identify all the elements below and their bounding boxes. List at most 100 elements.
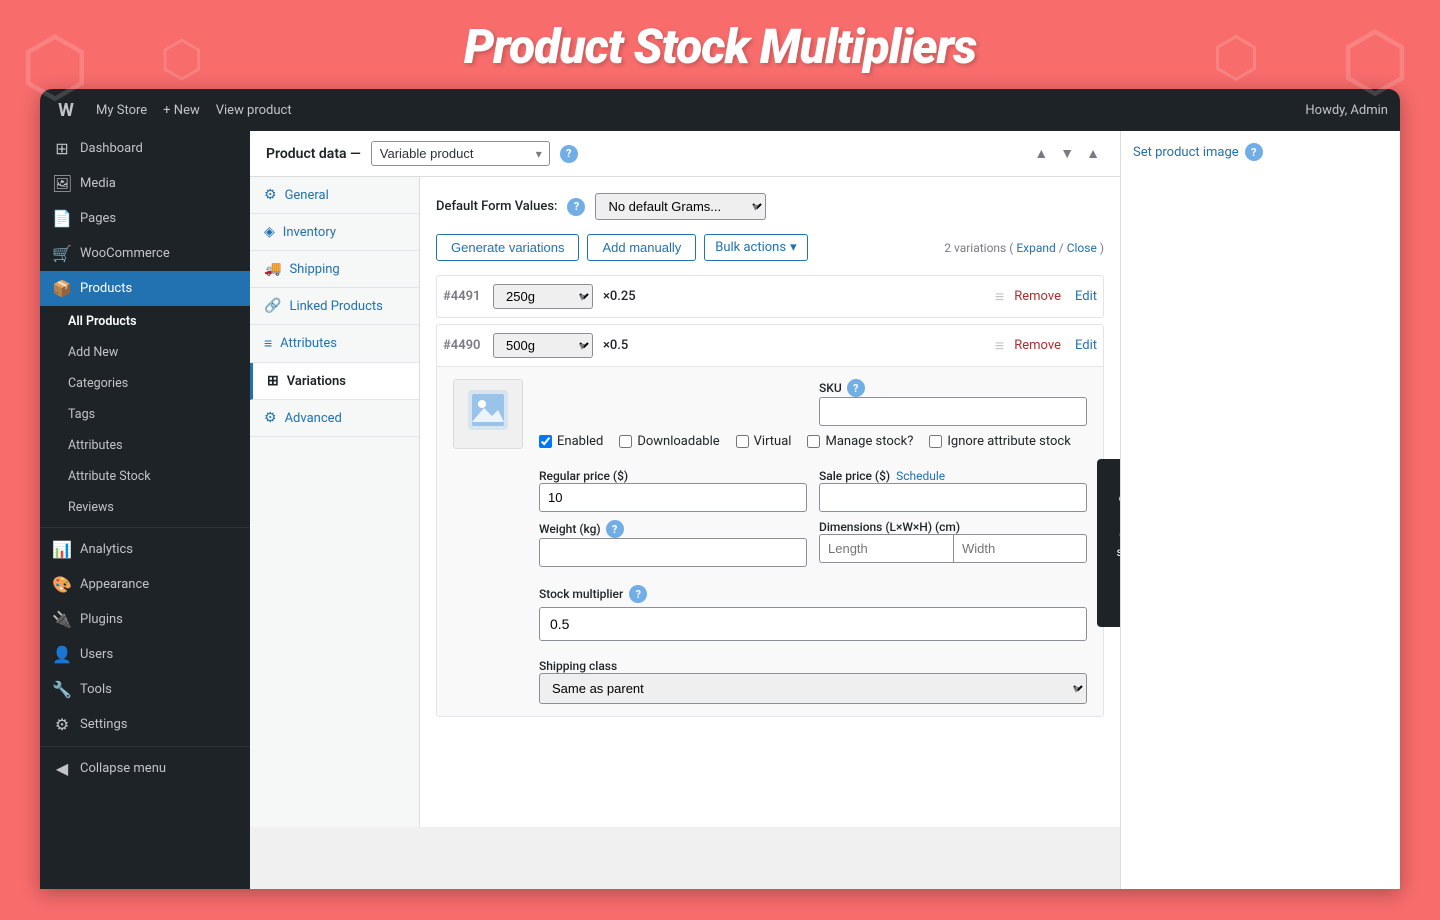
add-manually-button[interactable]: Add manually <box>587 234 696 261</box>
sidebar-item-tags[interactable]: Tags <box>40 399 250 430</box>
variation-4490-remove-link[interactable]: Remove <box>1014 338 1061 353</box>
wp-logo[interactable]: W <box>52 96 80 124</box>
sidebar-item-tools[interactable]: 🔧 Tools <box>40 672 250 707</box>
dimensions-inputs <box>819 534 1087 563</box>
sidebar-label-analytics: Analytics <box>80 542 133 557</box>
tab-shipping[interactable]: 🚚 Shipping <box>250 251 419 288</box>
tab-advanced-label: Advanced <box>285 411 342 426</box>
bulk-actions-button[interactable]: Bulk actions ▾ <box>704 234 807 261</box>
expand-link[interactable]: Expand <box>1016 241 1055 255</box>
sidebar-item-categories[interactable]: Categories <box>40 368 250 399</box>
sidebar-item-attributes[interactable]: Attributes <box>40 430 250 461</box>
arrow-down-icon[interactable]: ▼ <box>1056 143 1078 164</box>
sidebar-label-add-new: Add New <box>68 345 118 360</box>
stock-multiplier-help-icon[interactable]: ? <box>629 585 647 603</box>
variation-4491-remove-link[interactable]: Remove <box>1014 289 1061 304</box>
variation-4490-drag-handle[interactable]: ≡ <box>995 336 1004 356</box>
manage-stock-checkbox-item[interactable]: Manage stock? <box>807 434 913 449</box>
length-input[interactable] <box>819 534 953 563</box>
product-type-select[interactable]: Variable product Simple product Grouped … <box>371 141 550 166</box>
stock-multiplier-label: Stock multiplier <box>539 587 623 601</box>
default-form-help-icon[interactable]: ? <box>567 198 585 216</box>
virtual-checkbox[interactable] <box>736 435 749 448</box>
sale-price-input[interactable] <box>819 483 1087 512</box>
tab-linked-products[interactable]: 🔗 Linked Products <box>250 288 419 325</box>
virtual-checkbox-item[interactable]: Virtual <box>736 434 792 449</box>
sidebar-item-add-new[interactable]: Add New <box>40 337 250 368</box>
sidebar-item-products[interactable]: 📦 Products <box>40 271 250 306</box>
enabled-checkbox-item[interactable]: Enabled <box>539 434 603 449</box>
variation-4490-select-wrapper: 500g <box>493 333 593 358</box>
sidebar-item-collapse[interactable]: ◀ Collapse menu <box>40 751 250 786</box>
ignore-attribute-stock-label: Ignore attribute stock <box>947 434 1070 449</box>
product-type-help-icon[interactable]: ? <box>560 145 578 163</box>
sku-input[interactable] <box>819 397 1087 426</box>
header-arrows: ▲ ▼ ▲ <box>1030 143 1104 164</box>
sidebar-item-appearance[interactable]: 🎨 Appearance <box>40 567 250 602</box>
sidebar-item-woocommerce[interactable]: 🛒 WooCommerce <box>40 236 250 271</box>
product-image-help-icon[interactable]: ? <box>1245 143 1263 161</box>
sku-help-icon[interactable]: ? <box>847 379 865 397</box>
sidebar-item-reviews[interactable]: Reviews <box>40 492 250 523</box>
enabled-label: Enabled <box>557 434 603 449</box>
view-product-link[interactable]: View product <box>216 103 292 118</box>
weight-help-icon[interactable]: ? <box>606 520 624 538</box>
tab-variations[interactable]: ⊞ Variations <box>250 363 419 400</box>
set-product-image-link[interactable]: Set product image <box>1133 145 1239 160</box>
regular-price-group: Regular price ($) <box>539 469 807 512</box>
shipping-class-select[interactable]: Same as parent <box>539 673 1087 704</box>
sidebar-label-dashboard: Dashboard <box>80 141 143 156</box>
advanced-tab-icon: ⚙ <box>264 410 277 426</box>
default-form-select[interactable]: No default Grams... <box>595 193 766 220</box>
downloadable-checkbox[interactable] <box>619 435 632 448</box>
variation-4490-select[interactable]: 500g <box>493 333 593 358</box>
tab-inventory[interactable]: ◈ Inventory <box>250 214 419 251</box>
arrow-up-icon[interactable]: ▲ <box>1030 143 1052 164</box>
downloadable-label: Downloadable <box>637 434 719 449</box>
sidebar-item-all-products[interactable]: All Products <box>40 306 250 337</box>
tab-attributes-label: Attributes <box>280 336 337 351</box>
sidebar-item-media[interactable]: 🖼 Media <box>40 166 250 201</box>
stock-multiplier-tooltip: Set a multiplier for stock quantities. A… <box>1097 459 1120 627</box>
enabled-checkbox[interactable] <box>539 435 552 448</box>
variation-4491-edit-link[interactable]: Edit <box>1075 289 1097 304</box>
ignore-attribute-stock-checkbox-item[interactable]: Ignore attribute stock <box>929 434 1070 449</box>
sidebar-item-plugins[interactable]: 🔌 Plugins <box>40 602 250 637</box>
sidebar-item-pages[interactable]: 📄 Pages <box>40 201 250 236</box>
sidebar-label-tags: Tags <box>68 407 95 422</box>
my-store-link[interactable]: My Store <box>96 103 147 118</box>
variation-4490-edit-link[interactable]: Edit <box>1075 338 1097 353</box>
sidebar-item-attribute-stock[interactable]: Attribute Stock <box>40 461 250 492</box>
weight-input[interactable] <box>539 538 807 567</box>
tab-advanced[interactable]: ⚙ Advanced <box>250 400 419 437</box>
set-product-image-row: Set product image ? <box>1133 143 1388 161</box>
downloadable-checkbox-item[interactable]: Downloadable <box>619 434 719 449</box>
generate-variations-button[interactable]: Generate variations <box>436 234 579 261</box>
regular-price-input[interactable] <box>539 483 807 512</box>
stock-multiplier-input[interactable] <box>539 607 1087 641</box>
variation-fields: SKU ? <box>539 379 1087 704</box>
variation-4491-select-wrapper: 250g <box>493 284 593 309</box>
sidebar-item-users[interactable]: 👤 Users <box>40 637 250 672</box>
tab-attributes[interactable]: ≡ Attributes <box>250 325 419 363</box>
width-input[interactable] <box>953 534 1087 563</box>
sidebar-item-analytics[interactable]: 📊 Analytics <box>40 532 250 567</box>
ignore-attribute-stock-checkbox[interactable] <box>929 435 942 448</box>
variation-4491-select[interactable]: 250g <box>493 284 593 309</box>
sidebar-label-attributes: Attributes <box>68 438 123 453</box>
schedule-link[interactable]: Schedule <box>896 469 945 483</box>
inventory-tab-icon: ◈ <box>264 224 275 240</box>
manage-stock-checkbox[interactable] <box>807 435 820 448</box>
sidebar-item-settings[interactable]: ⚙ Settings <box>40 707 250 742</box>
variation-image-area[interactable] <box>453 379 523 449</box>
sidebar-item-dashboard[interactable]: ⊞ Dashboard <box>40 131 250 166</box>
sku-label-row: SKU ? <box>819 379 1087 397</box>
new-link[interactable]: + New <box>163 103 200 118</box>
settings-icon: ⚙ <box>52 715 72 734</box>
variation-4491-drag-handle[interactable]: ≡ <box>995 287 1004 307</box>
dimensions-group: Dimensions (L×W×H) (cm) <box>819 520 1087 567</box>
arrow-collapse-icon[interactable]: ▲ <box>1082 143 1104 164</box>
tab-general[interactable]: ⚙ General <box>250 177 419 214</box>
variation-id-4491: #4491 <box>443 289 483 304</box>
close-link[interactable]: Close <box>1067 241 1097 255</box>
